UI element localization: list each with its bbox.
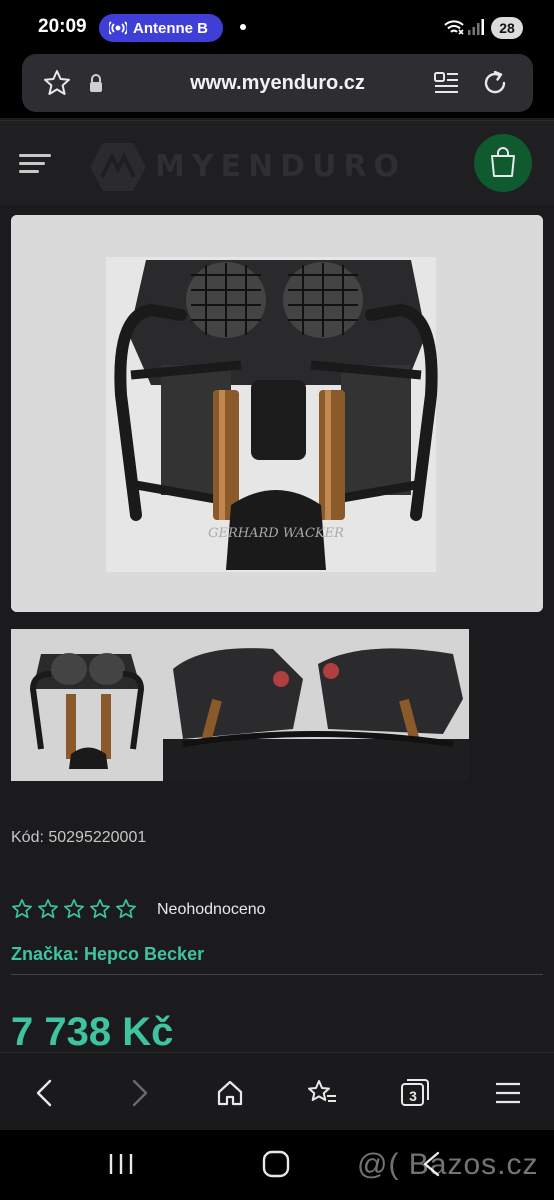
bookmarks-icon: [308, 1080, 336, 1102]
star-outline-icon[interactable]: [115, 898, 137, 920]
broadcast-icon: [109, 21, 127, 35]
browser-address-area: www.myenduro.cz: [0, 54, 554, 118]
media-pill[interactable]: Antenne B: [99, 14, 223, 42]
logo-icon[interactable]: [88, 141, 148, 193]
product-thumbnail-1[interactable]: [11, 629, 163, 781]
logo-text[interactable]: MYENDURO: [155, 149, 406, 184]
hamburger-menu-icon[interactable]: [19, 153, 53, 175]
shopping-bag-icon: [491, 147, 515, 177]
rating-text: Neohodnoceno: [157, 901, 266, 918]
star-outline-icon[interactable]: [63, 898, 85, 920]
media-pill-label: Antenne B: [133, 19, 208, 37]
tabs-button[interactable]: 3: [395, 1073, 435, 1113]
wifi-icon: [444, 20, 464, 35]
reader-mode-icon[interactable]: [434, 71, 460, 95]
site-header: MYENDURO: [0, 120, 554, 205]
status-time: 20:09: [38, 16, 87, 37]
reload-icon[interactable]: [480, 68, 510, 98]
star-outline-icon[interactable]: [37, 898, 59, 920]
status-bar: 20:09 Antenne B 28: [0, 0, 554, 54]
brand-link[interactable]: Značka: Hepco Becker: [11, 944, 204, 965]
star-outline-icon[interactable]: [89, 898, 111, 920]
address-bar[interactable]: www.myenduro.cz: [22, 54, 533, 112]
back-icon: [36, 1079, 52, 1107]
tabs-count: 3: [409, 1088, 417, 1104]
home-icon: [217, 1080, 243, 1106]
product-main-image[interactable]: GERHARD WACKER: [11, 215, 543, 612]
home-nav-icon[interactable]: [262, 1150, 290, 1178]
watermark: @( Bazos.cz: [357, 1148, 539, 1181]
battery-indicator: 28: [491, 17, 523, 39]
menu-icon: [496, 1082, 520, 1104]
product-thumbnail-2[interactable]: [163, 629, 469, 781]
back-button[interactable]: [24, 1073, 64, 1113]
bookmarks-button[interactable]: [302, 1073, 342, 1113]
forward-button[interactable]: [120, 1073, 160, 1113]
product-code: Kód: 50295220001: [11, 829, 147, 846]
recents-icon[interactable]: [108, 1152, 134, 1176]
star-outline-icon[interactable]: [11, 898, 33, 920]
divider: [11, 974, 543, 975]
notification-dot: [240, 24, 246, 30]
signal-icon: [468, 19, 484, 35]
menu-button[interactable]: [488, 1073, 528, 1113]
image-caption: GERHARD WACKER: [208, 526, 344, 541]
rating-stars[interactable]: [11, 898, 137, 920]
browser-toolbar: 3: [0, 1052, 554, 1131]
product-price: 7 738 Kč: [11, 1010, 174, 1054]
cart-button[interactable]: [474, 134, 532, 192]
forward-icon: [132, 1079, 148, 1107]
home-button[interactable]: [210, 1073, 250, 1113]
